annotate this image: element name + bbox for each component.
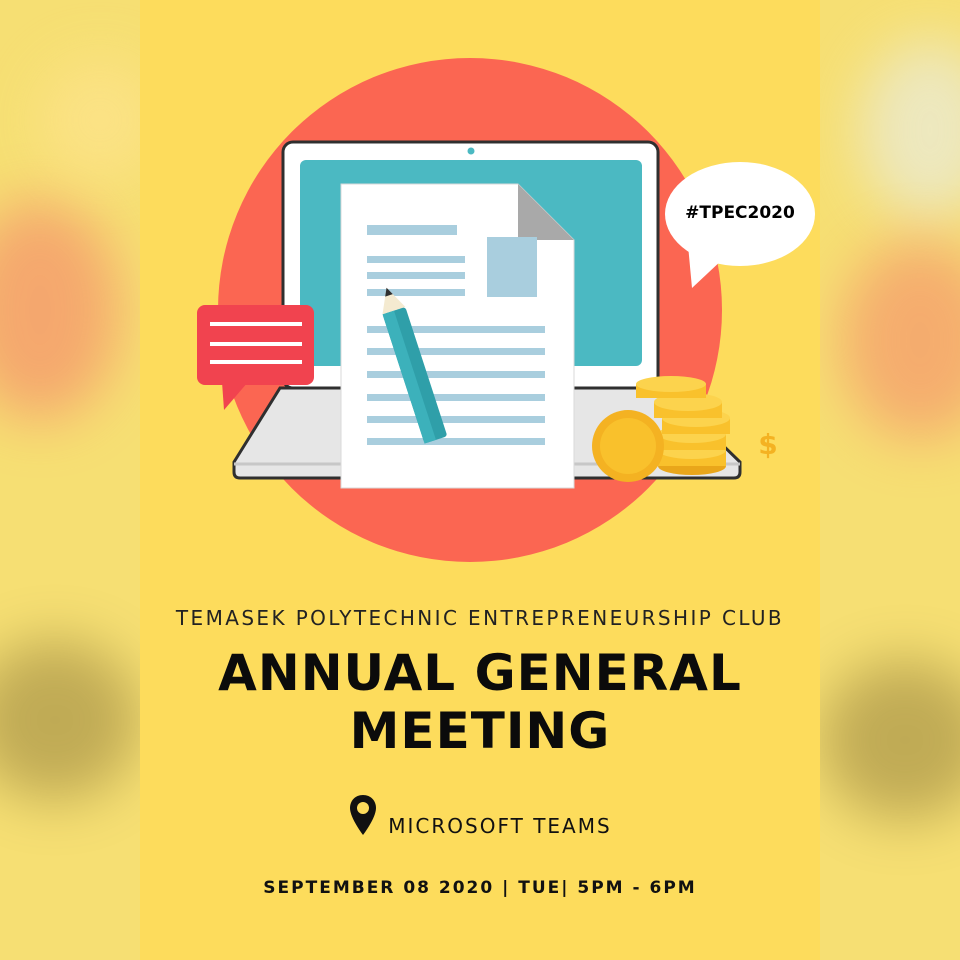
organizer-name: TEMASEK POLYTECHNIC ENTREPRENEURSHIP CLU…: [175, 606, 785, 630]
event-poster: #TPEC2020 $ TEMASEK POLYTECHNIC ENTREPRE…: [140, 0, 820, 960]
blurred-left-panel: [0, 0, 140, 960]
event-title-line-1: ANNUAL GENERAL: [218, 644, 742, 702]
dollar-coin-icon: [592, 410, 664, 482]
laptop-document-illustration: [197, 58, 815, 562]
hashtag-text: #TPEC2020: [685, 203, 795, 223]
event-date-time: SEPTEMBER 08 2020 | TUE| 5PM - 6PM: [263, 878, 697, 898]
dollar-sign: $: [756, 428, 780, 461]
dollar-symbol-text: $: [758, 428, 778, 461]
location-text: MICROSOFT TEAMS: [388, 814, 612, 838]
laptop-camera: [467, 147, 475, 155]
event-title: ANNUAL GENERAL MEETING: [140, 644, 820, 760]
blurred-right-panel: [820, 0, 960, 960]
hashtag-label: #TPEC2020: [665, 203, 815, 223]
event-location: MICROSOFT TEAMS: [140, 792, 820, 838]
event-title-line-2: MEETING: [349, 702, 611, 760]
map-pin-icon: [350, 795, 377, 835]
